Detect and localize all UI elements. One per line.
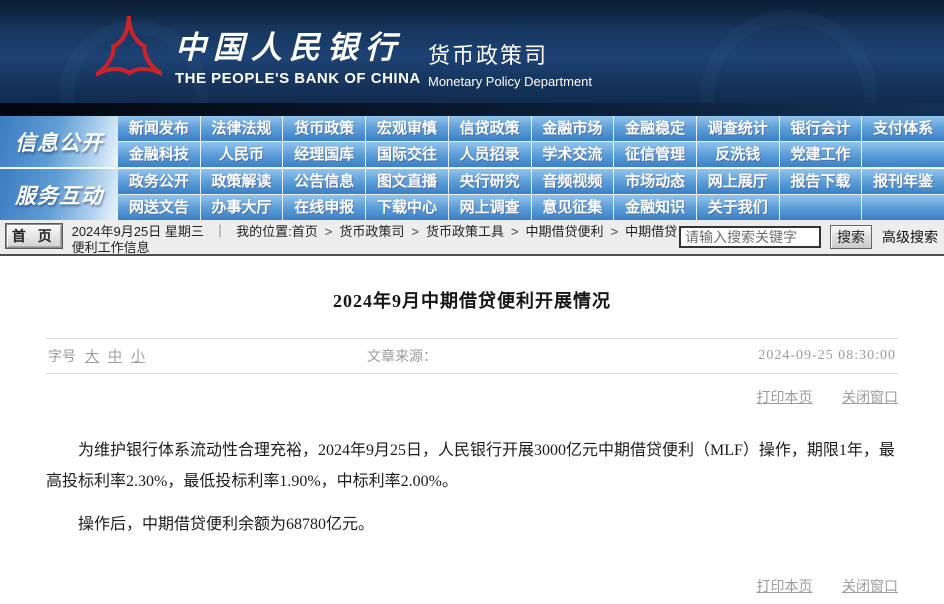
close-window-link[interactable]: 关闭窗口 bbox=[842, 580, 898, 595]
nav-row: 新闻发布法律法规货币政策宏观审慎信贷政策金融市场金融稳定调查统计银行会计支付体系 bbox=[118, 116, 944, 141]
nav-item[interactable]: 在线申报 bbox=[282, 195, 365, 220]
nav-item[interactable]: 报刊年鉴 bbox=[861, 169, 944, 194]
bank-name-cn: 中国人民银行 bbox=[175, 22, 421, 67]
article-source-label: 文章来源： bbox=[367, 346, 437, 366]
department-name-cn: 货币政策司 bbox=[428, 38, 592, 70]
article-actions-bottom: 打印本页 关闭窗口 bbox=[46, 552, 898, 604]
breadcrumb-separator: > bbox=[611, 224, 619, 239]
breadcrumb-bar: 首 页 2024年9月25日 星期三 ｜ 我的位置:首页 > 货币政策司 > 货币政策工… bbox=[0, 220, 944, 256]
nav-item[interactable]: 市场动态 bbox=[613, 169, 696, 194]
close-window-link[interactable]: 关闭窗口 bbox=[842, 391, 898, 406]
home-button[interactable]: 首 页 bbox=[6, 224, 62, 248]
nav-item[interactable]: 关于我们 bbox=[696, 195, 779, 220]
nav-empty-cell bbox=[861, 195, 944, 220]
nav-item[interactable]: 征信管理 bbox=[613, 142, 696, 167]
nav-item[interactable]: 金融科技 bbox=[118, 142, 200, 167]
search-input[interactable] bbox=[679, 226, 821, 248]
department-block: 货币政策司 Monetary Policy Department bbox=[428, 38, 592, 89]
nav-item[interactable]: 央行研究 bbox=[448, 169, 531, 194]
font-size-link[interactable]: 中 bbox=[108, 350, 122, 365]
header-divider-strip bbox=[0, 103, 944, 116]
nav-item[interactable]: 反洗钱 bbox=[696, 142, 779, 167]
main-navigation: 信息公开 新闻发布法律法规货币政策宏观审慎信贷政策金融市场金融稳定调查统计银行会… bbox=[0, 116, 944, 220]
article-content: 2024年9月中期借贷便利开展情况 字号大中小 文章来源： 2024-09-25… bbox=[0, 256, 944, 604]
location-label: 我的位置: bbox=[236, 224, 292, 239]
nav-item[interactable]: 经理国库 bbox=[282, 142, 365, 167]
breadcrumb-link[interactable]: 货币政策工具 bbox=[426, 224, 504, 239]
nav-item[interactable]: 法律法规 bbox=[200, 116, 283, 141]
nav-item[interactable]: 下载中心 bbox=[365, 195, 448, 220]
breadcrumb-separator: > bbox=[411, 224, 419, 239]
nav-section-info-disclosure: 信息公开 新闻发布法律法规货币政策宏观审慎信贷政策金融市场金融稳定调查统计银行会… bbox=[0, 116, 944, 167]
breadcrumb-link[interactable]: 货币政策司 bbox=[339, 224, 404, 239]
nav-item[interactable]: 金融市场 bbox=[531, 116, 614, 141]
nav-item[interactable]: 人民币 bbox=[200, 142, 283, 167]
breadcrumb-link[interactable]: 首页 bbox=[292, 224, 318, 239]
search-area: 搜索 高级搜索 bbox=[679, 222, 938, 249]
search-button[interactable]: 搜索 bbox=[830, 225, 872, 249]
current-date: 2024年9月25日 星期三 bbox=[72, 224, 204, 239]
nav-item[interactable]: 信贷政策 bbox=[448, 116, 531, 141]
nav-item[interactable]: 党建工作 bbox=[779, 142, 862, 167]
nav-item[interactable]: 图文直播 bbox=[365, 169, 448, 194]
nav-item[interactable]: 网上展厅 bbox=[696, 169, 779, 194]
nav-item[interactable]: 网上调查 bbox=[448, 195, 531, 220]
site-header: 人 人 人 中国人民银行 THE PEOPLE'S BANK OF CHINA … bbox=[0, 0, 944, 103]
bank-name-en: THE PEOPLE'S BANK OF CHINA bbox=[175, 70, 421, 87]
nav-item[interactable]: 国际交往 bbox=[365, 142, 448, 167]
nav-item[interactable]: 人员招录 bbox=[448, 142, 531, 167]
nav-row: 金融科技人民币经理国库国际交往人员招录学术交流征信管理反洗钱党建工作 bbox=[118, 141, 944, 167]
nav-item[interactable]: 银行会计 bbox=[779, 116, 862, 141]
nav-item[interactable]: 报告下载 bbox=[779, 169, 862, 194]
nav-item[interactable]: 新闻发布 bbox=[118, 116, 200, 141]
breadcrumb-separator: > bbox=[511, 224, 519, 239]
nav-empty-cell bbox=[861, 142, 944, 167]
font-size-label: 字号 bbox=[48, 350, 76, 365]
nav-row: 网送文告办事大厅在线申报下载中心网上调查意见征集金融知识关于我们 bbox=[118, 194, 944, 220]
font-size-links: 大中小 bbox=[76, 350, 145, 365]
nav-item[interactable]: 政策解读 bbox=[200, 169, 283, 194]
advanced-search-link[interactable]: 高级搜索 bbox=[882, 227, 938, 247]
department-name-en: Monetary Policy Department bbox=[428, 74, 592, 89]
article-datetime: 2024-09-25 08:30:00 bbox=[758, 348, 896, 364]
nav-item[interactable]: 调查统计 bbox=[696, 116, 779, 141]
font-size-controls: 字号大中小 bbox=[48, 346, 145, 366]
nav-item[interactable]: 宏观审慎 bbox=[365, 116, 448, 141]
breadcrumb-separator: > bbox=[325, 224, 333, 239]
font-size-link[interactable]: 大 bbox=[85, 350, 99, 365]
nav-section-services: 服务互动 政务公开政策解读公告信息图文直播央行研究音频视频市场动态网上展厅报告下… bbox=[0, 167, 944, 220]
nav-row: 政务公开政策解读公告信息图文直播央行研究音频视频市场动态网上展厅报告下载报刊年鉴 bbox=[118, 169, 944, 194]
article-paragraph: 操作后，中期借贷便利余额为68780亿元。 bbox=[46, 509, 898, 540]
nav-item[interactable]: 金融稳定 bbox=[613, 116, 696, 141]
font-size-link[interactable]: 小 bbox=[131, 350, 145, 365]
nav-item[interactable]: 公告信息 bbox=[282, 169, 365, 194]
nav-item[interactable]: 网送文告 bbox=[118, 195, 200, 220]
breadcrumb: 2024年9月25日 星期三 ｜ 我的位置:首页 > 货币政策司 > 货币政策工具 > 中期… bbox=[72, 222, 679, 256]
nav-item[interactable]: 学术交流 bbox=[531, 142, 614, 167]
nav-item[interactable]: 意见征集 bbox=[531, 195, 614, 220]
breadcrumb-link[interactable]: 中期借贷便利 bbox=[526, 224, 604, 239]
print-page-link[interactable]: 打印本页 bbox=[757, 391, 813, 406]
print-page-link[interactable]: 打印本页 bbox=[757, 580, 813, 595]
article-paragraph: 为维护银行体系流动性合理充裕，2024年9月25日，人民银行开展3000亿元中期… bbox=[46, 435, 898, 497]
nav-item[interactable]: 支付体系 bbox=[861, 116, 944, 141]
nav-item[interactable]: 音频视频 bbox=[531, 169, 614, 194]
nav-section-label[interactable]: 信息公开 bbox=[0, 116, 118, 167]
breadcrumb-divider: ｜ bbox=[213, 224, 226, 239]
nav-item[interactable]: 金融知识 bbox=[613, 195, 696, 220]
bank-name-block: 中国人民银行 THE PEOPLE'S BANK OF CHINA bbox=[175, 22, 421, 87]
article-title: 2024年9月中期借贷便利开展情况 bbox=[46, 256, 898, 338]
article-body: 为维护银行体系流动性合理充裕，2024年9月25日，人民银行开展3000亿元中期… bbox=[46, 415, 898, 540]
pboc-logo-icon: 人 人 人 bbox=[96, 16, 162, 88]
nav-item[interactable]: 货币政策 bbox=[282, 116, 365, 141]
article-actions-top: 打印本页 关闭窗口 bbox=[46, 374, 898, 415]
header-watermark bbox=[700, 10, 878, 103]
nav-section-label[interactable]: 服务互动 bbox=[0, 169, 118, 220]
nav-empty-cell bbox=[779, 195, 862, 220]
article-meta-row: 字号大中小 文章来源： 2024-09-25 08:30:00 bbox=[46, 338, 898, 374]
nav-item[interactable]: 政务公开 bbox=[118, 169, 200, 194]
nav-item[interactable]: 办事大厅 bbox=[200, 195, 283, 220]
